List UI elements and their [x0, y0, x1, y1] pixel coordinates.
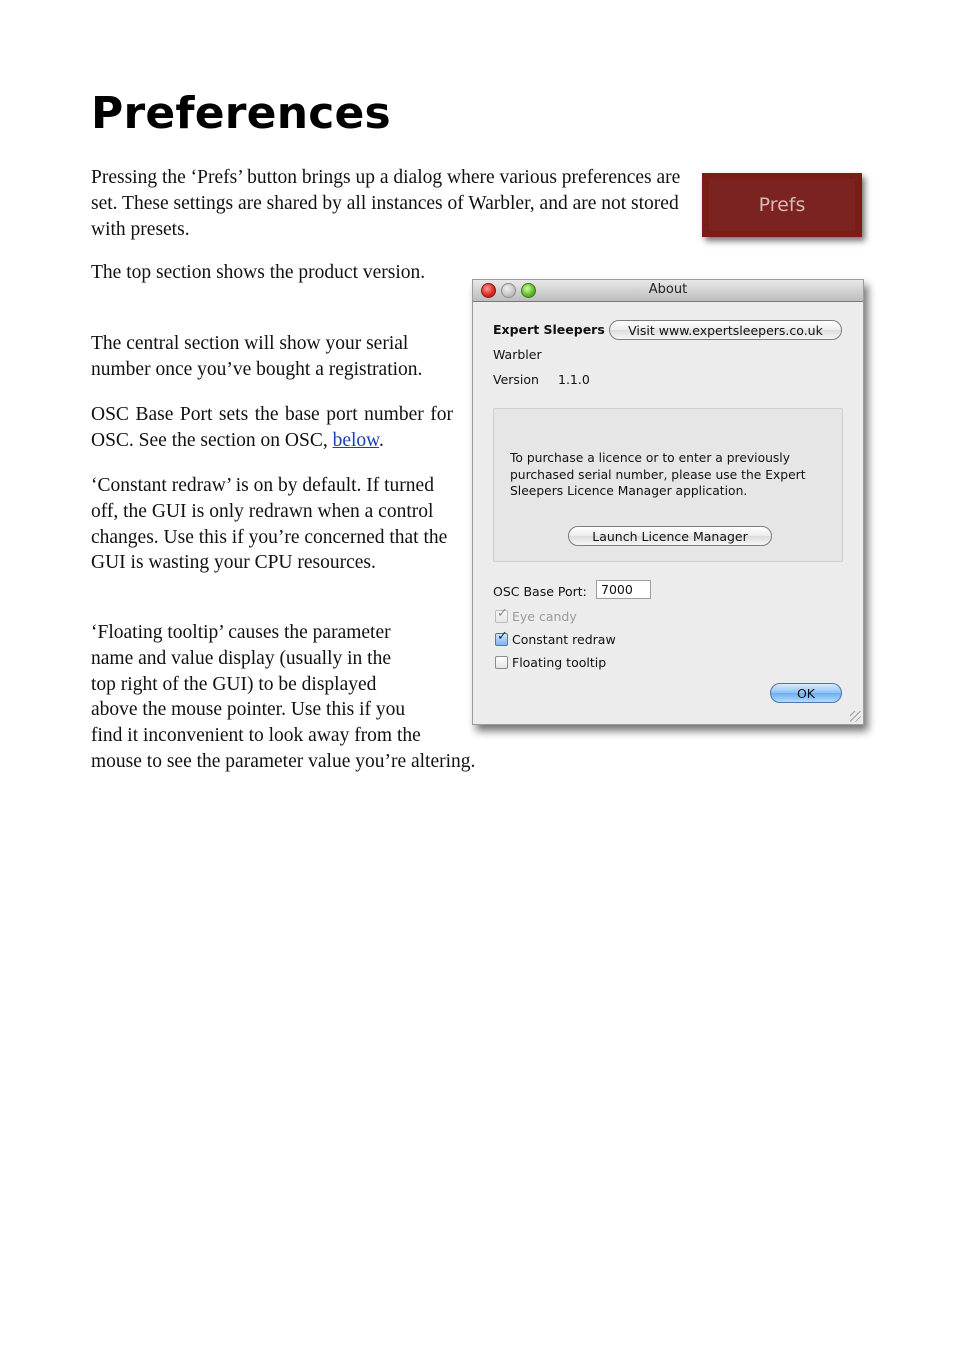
licence-text: To purchase a licence or to enter a prev… [510, 451, 806, 498]
osc-paragraph: OSC Base Port sets the base port number … [91, 402, 453, 454]
paragraph-line: mouse to see the parameter value you’re … [91, 750, 476, 772]
licence-section: To purchase a licence or to enter a prev… [493, 408, 843, 562]
about-dialog: About Expert Sleepers Visit www.expertsl… [472, 279, 864, 725]
paragraph-line: top right of the GUI) to be displayed [91, 673, 377, 695]
dialog-title: About [648, 282, 688, 297]
version-label: Version [493, 372, 539, 387]
visit-website-button[interactable]: Visit www.expertsleepers.co.uk [609, 320, 842, 340]
checkmark-icon: ✓ [497, 629, 508, 644]
central-section-paragraph: The central section will show your seria… [91, 333, 423, 380]
company-name: Expert Sleepers [493, 322, 605, 337]
dialog-titlebar[interactable]: About [473, 280, 863, 302]
paragraph-line: find it inconvenient to look away from t… [91, 725, 421, 747]
floating-tooltip-label[interactable]: Floating tooltip [512, 655, 606, 670]
paragraph-line: ‘Floating tooltip’ causes the parameter [91, 622, 391, 643]
product-name: Warbler [493, 347, 542, 362]
floating-tooltip-paragraph: ‘Floating tooltip’ causes the parameter … [91, 620, 531, 775]
floating-tooltip-checkbox[interactable] [495, 656, 508, 669]
ok-button[interactable]: OK [770, 683, 842, 703]
intro-paragraph: Pressing the ‘Prefs’ button brings up a … [91, 167, 681, 240]
osc-paragraph-end: . [378, 429, 384, 451]
below-link[interactable]: below [333, 430, 379, 451]
osc-paragraph-text: OSC Base Port sets the base port number … [91, 404, 453, 451]
paragraph-line: name and value display (usually in the [91, 647, 392, 669]
osc-base-port-label: OSC Base Port: [493, 584, 587, 599]
version-value: 1.1.0 [558, 372, 590, 387]
eye-candy-checkbox: ✓ [495, 606, 508, 623]
constant-redraw-checkbox-row[interactable]: ✓ Constant redraw [495, 629, 616, 647]
constant-redraw-paragraph: ‘Constant redraw’ is on by default. If t… [91, 475, 448, 574]
constant-redraw-label[interactable]: Constant redraw [512, 632, 616, 647]
paragraph-line: above the mouse pointer. Use this if you [91, 699, 406, 721]
prefs-button-label: Prefs [709, 179, 855, 231]
eye-candy-checkbox-row: ✓ Eye candy [495, 606, 577, 624]
checkmark-icon: ✓ [497, 606, 508, 621]
osc-base-port-input[interactable] [596, 580, 651, 599]
resize-grip-icon[interactable] [850, 711, 861, 722]
constant-redraw-checkbox[interactable]: ✓ [495, 629, 508, 646]
launch-licence-manager-button[interactable]: Launch Licence Manager [568, 526, 772, 546]
top-section-paragraph: The top section shows the product versio… [91, 262, 426, 283]
prefs-button-image: Prefs [702, 173, 862, 237]
eye-candy-label: Eye candy [512, 609, 577, 624]
page-title: Preferences [91, 88, 391, 139]
floating-tooltip-checkbox-row[interactable]: Floating tooltip [495, 655, 606, 670]
